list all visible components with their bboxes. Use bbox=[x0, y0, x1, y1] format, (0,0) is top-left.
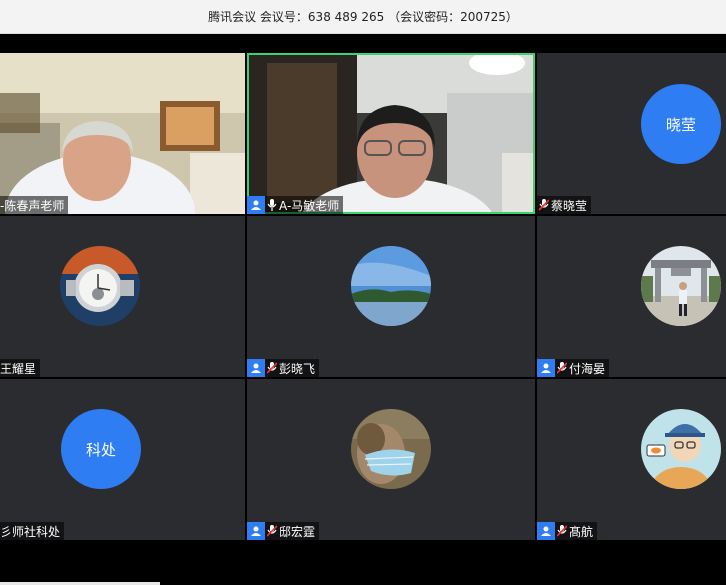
participant-name: 邸宏霆 bbox=[279, 524, 316, 539]
participant-name: -陈春声老师 bbox=[0, 198, 65, 213]
gate-person-icon bbox=[641, 246, 721, 326]
microphone-icon bbox=[265, 196, 279, 214]
avatar: 晓莹 bbox=[641, 84, 721, 164]
participant-name-bar: A-马敏老师 bbox=[247, 196, 344, 214]
participant-tile-7[interactable]: 科处 彡师社科处 bbox=[0, 379, 245, 540]
participant-name-bar: 髙航 bbox=[537, 522, 598, 540]
participant-name: 王耀星 bbox=[0, 361, 37, 376]
host-user-icon bbox=[247, 522, 265, 540]
microphone-muted-icon bbox=[265, 522, 279, 540]
participant-name: 髙航 bbox=[569, 524, 594, 539]
host-user-icon bbox=[537, 522, 555, 540]
participant-name: 彭晓飞 bbox=[279, 361, 316, 376]
video-feed bbox=[247, 53, 535, 214]
meeting-title: 腾讯会议 会议号：638 489 265 （会议密码：200725） bbox=[208, 10, 518, 24]
participant-tile-9[interactable]: 髙航 bbox=[537, 379, 726, 540]
participant-name-bar: 王耀星 bbox=[0, 359, 41, 377]
video-feed bbox=[0, 53, 245, 214]
host-user-icon bbox=[247, 196, 265, 214]
microphone-muted-icon bbox=[555, 359, 569, 377]
participant-name-bar: -陈春声老师 bbox=[0, 196, 69, 214]
participant-name-bar: 彭晓飞 bbox=[247, 359, 320, 377]
participant-name-bar: 彡师社科处 bbox=[0, 522, 65, 540]
masked-person-icon bbox=[351, 409, 431, 489]
avatar-initials: 晓莹 bbox=[665, 115, 696, 134]
title-bar: 腾讯会议 会议号：638 489 265 （会议密码：200725） bbox=[0, 0, 726, 34]
participant-tile-4[interactable]: 王耀星 bbox=[0, 216, 245, 377]
participant-tile-3[interactable]: 晓莹 蔡晓莹 bbox=[537, 53, 726, 214]
participant-tile-6[interactable]: 付海晏 bbox=[537, 216, 726, 377]
cartoon-person-icon bbox=[641, 409, 721, 489]
participant-tile-2[interactable]: A-马敏老师 bbox=[247, 53, 535, 214]
microphone-muted-icon bbox=[537, 196, 551, 214]
participant-name: 蔡晓莹 bbox=[551, 198, 588, 213]
avatar-initials: 科处 bbox=[85, 440, 116, 459]
participant-name: 付海晏 bbox=[569, 361, 606, 376]
lake-landscape-icon bbox=[351, 246, 431, 326]
participant-tile-8[interactable]: 邸宏霆 bbox=[247, 379, 535, 540]
participant-tile-5[interactable]: 彭晓飞 bbox=[247, 216, 535, 377]
microphone-muted-icon bbox=[265, 359, 279, 377]
host-user-icon bbox=[537, 359, 555, 377]
participant-name: 彡师社科处 bbox=[0, 524, 61, 539]
participant-name-bar: 付海晏 bbox=[537, 359, 610, 377]
participant-tile-1[interactable]: -陈春声老师 bbox=[0, 53, 245, 214]
host-user-icon bbox=[247, 359, 265, 377]
bottom-bar bbox=[0, 540, 726, 585]
participant-name-bar: 邸宏霆 bbox=[247, 522, 320, 540]
watch-icon bbox=[60, 246, 140, 326]
participant-name: A-马敏老师 bbox=[279, 198, 340, 213]
avatar: 科处 bbox=[61, 409, 141, 489]
participant-name-bar: 蔡晓莹 bbox=[537, 196, 592, 214]
video-grid: -陈春声老师 A-马敏老师 晓莹 蔡晓莹 王耀星 彭晓飞 付海晏 科处 彡师社科… bbox=[0, 53, 726, 540]
microphone-muted-icon bbox=[555, 522, 569, 540]
